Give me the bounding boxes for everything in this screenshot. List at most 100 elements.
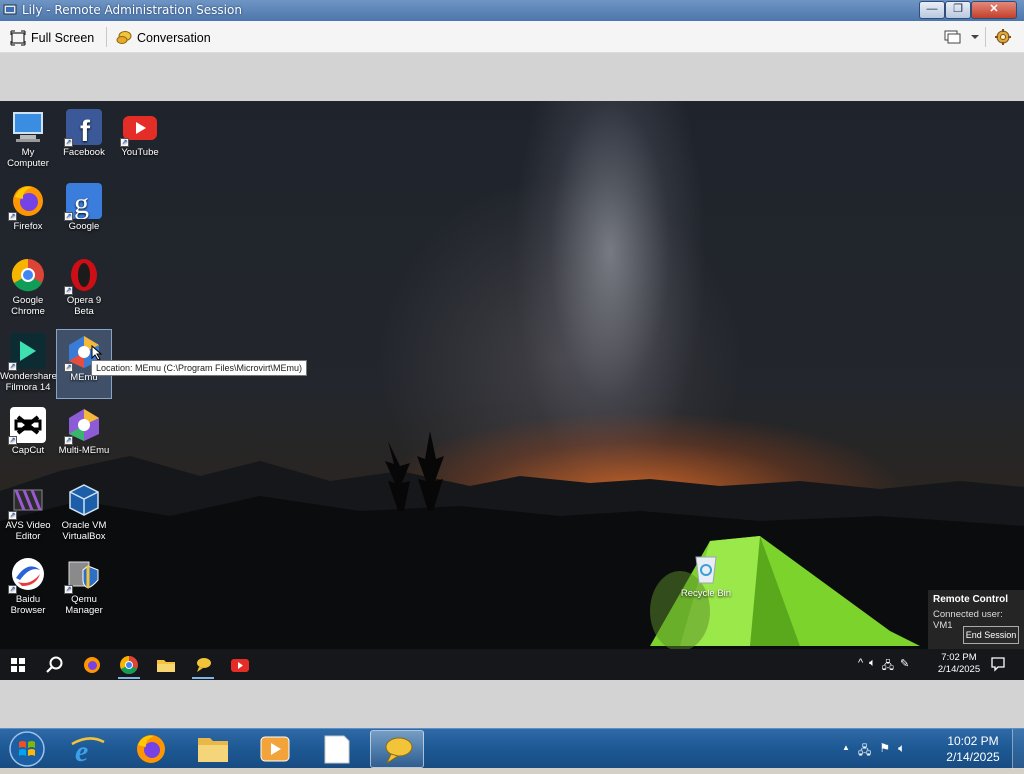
desktop-icon-virtualbox[interactable]: Oracle VM VirtualBox	[56, 478, 112, 548]
svg-text:f: f	[80, 115, 91, 145]
shortcut-arrow-icon: ↗	[64, 286, 73, 295]
desktop-icon-opera[interactable]: ↗ Opera 9 Beta	[56, 253, 112, 323]
desktop-icon-label: My Computer	[7, 147, 49, 169]
conversation-icon	[385, 737, 413, 765]
tray-chevron-icon[interactable]: ▲	[842, 741, 850, 762]
windows-start-icon[interactable]	[8, 655, 28, 675]
firefox-icon: ↗	[8, 183, 46, 221]
youtube-icon: ↗	[120, 109, 158, 147]
desktop-icon-capcut[interactable]: ↗ CapCut	[0, 403, 56, 473]
chrome-icon	[10, 257, 46, 293]
local-date: 2/14/2025	[946, 750, 1000, 764]
shortcut-arrow-icon: ↗	[64, 212, 73, 221]
app-icon	[3, 4, 17, 15]
desktop-icon-facebook[interactable]: f ↗ Facebook	[56, 105, 112, 175]
computer-icon	[10, 109, 46, 145]
recycle-bin-icon	[695, 556, 717, 584]
capcut-icon: ↗	[8, 407, 46, 445]
start-button[interactable]	[7, 730, 47, 768]
desktop-icon-label: Baidu Browser	[10, 594, 46, 616]
desktop-icon-recycle-bin[interactable]: Recycle Bin	[676, 553, 736, 599]
avs-icon: ↗	[8, 482, 46, 520]
google-icon: g ↗	[64, 183, 102, 221]
local-system-tray: ▲ 🖧︎ ⚑ 🔈︎	[842, 741, 905, 762]
desktop-icon-google-chrome[interactable]: Google Chrome	[0, 253, 56, 323]
desktop-icon-label: YouTube	[121, 147, 159, 158]
remote-control-panel: Remote Control Connected user: VM1 End S…	[928, 590, 1024, 650]
network-icon[interactable]: 🖧︎	[858, 741, 871, 762]
desktop-icon-label: CapCut	[11, 445, 45, 456]
opera-icon: ↗	[64, 257, 102, 295]
pen-icon[interactable]: ✎	[900, 657, 909, 676]
multi-memu-icon: ↗	[64, 407, 102, 445]
desktop-icon-my-computer[interactable]: My Computer	[0, 105, 56, 175]
conversation-label: Conversation	[137, 31, 211, 45]
remote-control-title: Remote Control	[933, 594, 1008, 605]
qemu-icon: ↗	[64, 556, 102, 594]
viewport-margin	[0, 53, 1024, 101]
internet-explorer-icon: e	[71, 735, 105, 768]
desktop-icon-youtube[interactable]: ↗ YouTube	[112, 105, 168, 175]
full-screen-button[interactable]: Full Screen	[10, 28, 94, 48]
desktop-icon-google[interactable]: g ↗ Google	[56, 179, 112, 249]
conversation-button[interactable]: Conversation	[116, 28, 211, 48]
toolbar-divider	[106, 27, 107, 47]
desktop-icon-qemu-manager[interactable]: ↗ Qemu Manager	[56, 552, 112, 622]
remote-date: 2/14/2025	[937, 664, 981, 675]
desktop-icon-filmora[interactable]: ↗ Wondershare Filmora 14	[0, 329, 57, 399]
full-screen-icon	[10, 30, 26, 46]
local-taskbar: e ▲ 🖧︎ ⚑ 🔈︎ 10:02 PM 2/14/2025	[0, 728, 1024, 769]
youtube-icon[interactable]	[230, 655, 250, 675]
search-icon[interactable]	[45, 655, 65, 675]
network-icon[interactable]: 🖧︎	[882, 657, 894, 676]
monitor-select-button[interactable]	[944, 29, 984, 50]
tray-chevron-icon[interactable]: ^	[858, 657, 863, 676]
close-button[interactable]: ✕	[971, 1, 1017, 19]
folder-icon	[198, 738, 228, 762]
local-clock[interactable]: 10:02 PM 2/14/2025	[938, 733, 1008, 765]
chrome-icon[interactable]	[119, 655, 139, 675]
desktop-icon-label: Google Chrome	[11, 295, 45, 317]
show-desktop-button[interactable]	[1012, 729, 1024, 769]
taskbar-notepad[interactable]	[310, 730, 364, 768]
toolbar-divider	[985, 27, 986, 47]
settings-button[interactable]	[994, 28, 1012, 51]
remote-time: 7:02 PM	[941, 652, 977, 663]
volume-icon[interactable]: 🔈︎	[898, 741, 905, 762]
icon-tooltip: Location: MEmu (C:\Program Files\Microvi…	[91, 360, 308, 376]
taskbar-internet-explorer[interactable]: e	[62, 730, 116, 768]
firefox-icon[interactable]	[82, 655, 102, 675]
taskbar-conversation[interactable]	[370, 730, 424, 768]
file-explorer-icon[interactable]	[156, 655, 176, 675]
volume-icon[interactable]: 🔈︎	[869, 657, 876, 676]
remote-desktop[interactable]: My Computer f ↗ Facebook ↗ YouTube ↗ Fir…	[0, 101, 1024, 680]
remote-taskbar: ^ 🔈︎ 🖧︎ ✎ 7:02 PM 2/14/2025	[0, 649, 1024, 680]
desktop-icon-firefox[interactable]: ↗ Firefox	[0, 179, 56, 249]
shortcut-arrow-icon: ↗	[8, 436, 17, 445]
settings-icon	[995, 29, 1011, 45]
minimize-button[interactable]: —	[919, 1, 945, 19]
window-title-bar[interactable]: Lily - Remote Administration Session — ❐…	[0, 0, 1024, 21]
shortcut-arrow-icon: ↗	[64, 436, 73, 445]
taskbar-media-player[interactable]	[248, 730, 302, 768]
media-player-icon	[260, 736, 290, 762]
taskbar-firefox[interactable]	[124, 730, 178, 768]
remote-clock[interactable]: 7:02 PM 2/14/2025	[934, 652, 984, 676]
desktop-icon-multi-memu[interactable]: ↗ Multi-MEmu	[56, 403, 112, 473]
desktop-icon-baidu-browser[interactable]: ↗ Baidu Browser	[0, 552, 56, 622]
shortcut-arrow-icon: ↗	[64, 585, 73, 594]
notification-icon[interactable]	[990, 656, 1006, 672]
conversation-icon	[116, 31, 132, 44]
action-center-flag-icon[interactable]: ⚑	[879, 741, 890, 762]
maximize-button[interactable]: ❐	[945, 1, 971, 19]
full-screen-label: Full Screen	[31, 31, 95, 45]
taskbar-explorer[interactable]	[186, 730, 240, 768]
conversation-icon[interactable]	[193, 655, 213, 675]
virtualbox-icon	[66, 482, 102, 518]
local-time: 10:02 PM	[947, 734, 999, 748]
desktop-icon-avs-video-editor[interactable]: ↗ AVS Video Editor	[0, 478, 56, 548]
mouse-cursor-icon	[91, 345, 103, 361]
end-session-button[interactable]: End Session	[963, 626, 1019, 644]
desktop-icon-label: Multi-MEmu	[58, 445, 110, 456]
desktop-icon-label: Oracle VM VirtualBox	[61, 520, 107, 542]
